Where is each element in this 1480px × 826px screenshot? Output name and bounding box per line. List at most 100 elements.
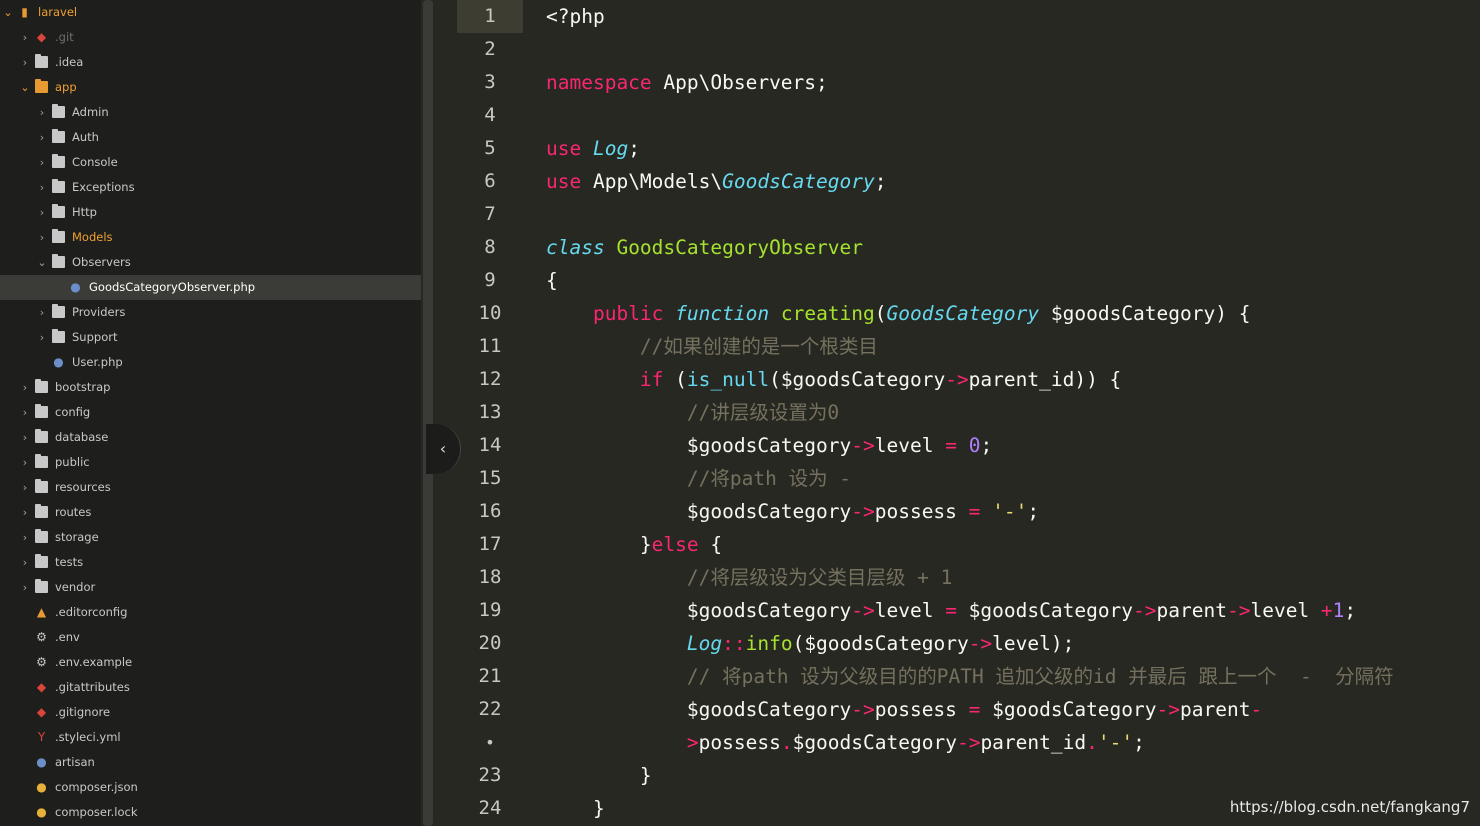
tree-item[interactable]: › resources	[0, 475, 421, 500]
code-token: if	[639, 368, 664, 391]
code-token: level	[874, 599, 946, 622]
tree-item[interactable]: › public	[0, 450, 421, 475]
tree-item[interactable]: ◆ .gitattributes	[0, 675, 421, 700]
tree-item[interactable]: ⌄ Observers	[0, 250, 421, 275]
tree-item[interactable]: › Http	[0, 200, 421, 225]
tree-item[interactable]: › routes	[0, 500, 421, 525]
tree-item-label: app	[55, 80, 77, 94]
tree-item[interactable]: Y .styleci.yml	[0, 725, 421, 750]
tree-item[interactable]: › vendor	[0, 575, 421, 600]
tree-item[interactable]: ● User.php	[0, 350, 421, 375]
tree-item[interactable]: › ◆ .git	[0, 25, 421, 50]
code-editor[interactable]: 1 2 3 4 5 6 7 8 9 10 11 12 13 14 15 16 17 18 19 20 21 22 • 23 24…	[435, 0, 1480, 826]
tree-item[interactable]: ▲ .editorconfig	[0, 600, 421, 625]
tree-item-label: Support	[72, 330, 118, 344]
chevron-right-icon[interactable]: ›	[19, 375, 31, 400]
code-line[interactable]: //如果创建的是一个根类目	[546, 330, 878, 363]
chevron-right-icon[interactable]: ›	[36, 150, 48, 175]
sidebar-scrollbar-thumb[interactable]	[423, 0, 433, 826]
code-token: (	[663, 368, 687, 391]
code-token: (	[874, 302, 887, 325]
chevron-right-icon[interactable]: ›	[19, 400, 31, 425]
code-line[interactable]: {	[546, 264, 558, 297]
folder-icon	[52, 229, 65, 243]
chevron-down-icon[interactable]: ⌄	[2, 0, 14, 25]
tree-item[interactable]: › Models	[0, 225, 421, 250]
tree-item[interactable]: › .idea	[0, 50, 421, 75]
code-token: 1	[1332, 599, 1345, 622]
code-token: info	[745, 632, 793, 655]
chevron-right-icon[interactable]: ›	[36, 175, 48, 200]
tree-item[interactable]: › Support	[0, 325, 421, 350]
code-token: ;	[628, 137, 640, 160]
line-number: 7	[484, 203, 496, 225]
code-line[interactable]: Log::info($goodsCategory->level);	[546, 627, 1074, 660]
code-line[interactable]: }	[546, 792, 605, 825]
code-line[interactable]: //讲层级设置为0	[546, 396, 839, 429]
chevron-down-icon[interactable]: ⌄	[36, 250, 48, 275]
code-line[interactable]: namespace App\Observers;	[546, 66, 828, 99]
code-line[interactable]: //将层级设为父类目层级 + 1	[546, 561, 952, 594]
line-number: 17	[478, 533, 502, 555]
chevron-right-icon[interactable]: ›	[19, 25, 31, 50]
tree-item[interactable]: › database	[0, 425, 421, 450]
tree-item[interactable]: › Console	[0, 150, 421, 175]
tree-item[interactable]: › tests	[0, 550, 421, 575]
chevron-right-icon[interactable]: ›	[36, 200, 48, 225]
tree-item[interactable]: › bootstrap	[0, 375, 421, 400]
tree-item-label: artisan	[55, 755, 95, 769]
tree-item[interactable]: ● artisan	[0, 750, 421, 775]
composer-icon: ●	[36, 805, 47, 819]
sidebar-scrollbar[interactable]	[421, 0, 435, 826]
code-line[interactable]: >possess.$goodsCategory->parent_id.'-';	[546, 726, 1145, 759]
chevron-right-icon[interactable]: ›	[19, 575, 31, 600]
chevron-right-icon[interactable]: ›	[19, 550, 31, 575]
code-line[interactable]: public function creating(GoodsCategory $…	[546, 297, 1251, 330]
chevron-right-icon[interactable]: ›	[36, 325, 48, 350]
tree-item[interactable]: › Admin	[0, 100, 421, 125]
chevron-right-icon[interactable]: ›	[19, 525, 31, 550]
tree-item[interactable]: › Exceptions	[0, 175, 421, 200]
tree-item[interactable]: ● GoodsCategoryObserver.php	[0, 275, 421, 300]
tree-item[interactable]: › Auth	[0, 125, 421, 150]
chevron-right-icon[interactable]: ›	[19, 425, 31, 450]
chevron-right-icon[interactable]: ›	[19, 500, 31, 525]
yaml-icon: Y	[37, 730, 46, 744]
chevron-right-icon[interactable]: ›	[36, 100, 48, 125]
code-token: level	[1250, 599, 1321, 622]
tree-item[interactable]: ◆ .gitignore	[0, 700, 421, 725]
chevron-right-icon[interactable]: ›	[19, 450, 31, 475]
code-line[interactable]: $goodsCategory->possess = '-';	[546, 495, 1039, 528]
tree-item[interactable]: ⌄ ▮ laravel	[0, 0, 421, 25]
tree-item[interactable]: › storage	[0, 525, 421, 550]
tree-item[interactable]: ● composer.lock	[0, 800, 421, 825]
code-token: }	[546, 764, 652, 787]
code-token: public	[592, 302, 664, 325]
code-line[interactable]: $goodsCategory->level = $goodsCategory->…	[546, 594, 1356, 627]
tree-item[interactable]: ⌄ app	[0, 75, 421, 100]
tree-item[interactable]: ⚙ .env.example	[0, 650, 421, 675]
code-line[interactable]: $goodsCategory->level = 0;	[546, 429, 992, 462]
chevron-down-icon[interactable]: ⌄	[19, 75, 31, 100]
chevron-right-icon[interactable]: ›	[36, 125, 48, 150]
code-line[interactable]: class GoodsCategoryObserver	[546, 231, 863, 264]
code-line[interactable]: // 将path 设为父级目的的PATH 追加父级的id 并最后 跟上一个 - …	[546, 660, 1394, 693]
chevron-right-icon[interactable]: ›	[36, 225, 48, 250]
code-line[interactable]: if (is_null($goodsCategory->parent_id)) …	[546, 363, 1121, 396]
chevron-right-icon[interactable]: ›	[19, 475, 31, 500]
tree-item[interactable]: ● composer.json	[0, 775, 421, 800]
code-line[interactable]: }	[546, 759, 652, 792]
code-line[interactable]: }else {	[546, 528, 722, 561]
code-line[interactable]: $goodsCategory->possess = $goodsCategory…	[546, 693, 1262, 726]
code-line[interactable]: <?php	[546, 0, 605, 33]
chevron-right-icon[interactable]: ›	[19, 50, 31, 75]
tree-item[interactable]: ⚙ .env	[0, 625, 421, 650]
code-line[interactable]: use App\Models\GoodsCategory;	[546, 165, 887, 198]
chevron-right-icon[interactable]: ›	[36, 300, 48, 325]
code-token: =	[968, 500, 981, 523]
tree-item[interactable]: › config	[0, 400, 421, 425]
code-line[interactable]: //将path 设为 -	[546, 462, 851, 495]
tree-item[interactable]: › Providers	[0, 300, 421, 325]
code-line[interactable]: use Log;	[546, 132, 640, 165]
